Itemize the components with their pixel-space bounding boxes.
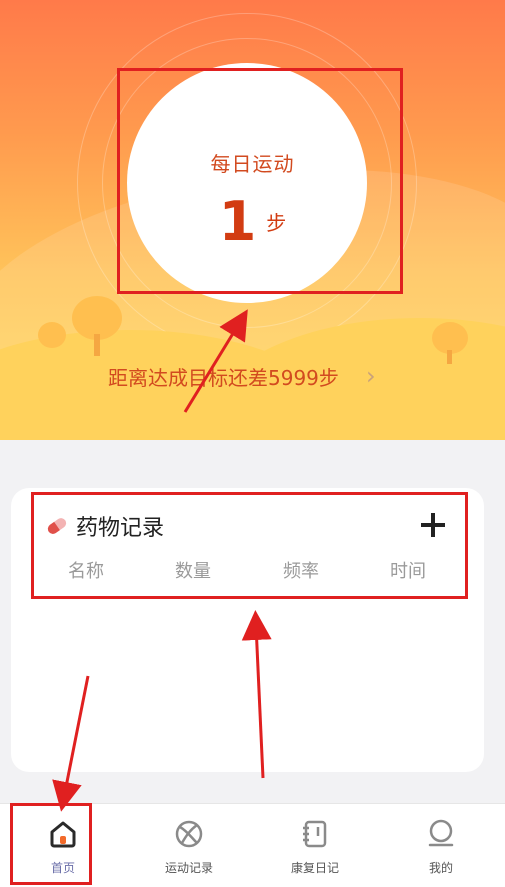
tree-right-trunk (447, 350, 452, 364)
daily-steps-title: 每日运动 (210, 152, 295, 176)
tree-trunk (94, 334, 100, 356)
goal-remaining-link[interactable]: 距离达成目标还差5999步 (108, 362, 339, 391)
plus-icon (421, 513, 445, 537)
tab-mine-label: 我的 (428, 861, 453, 875)
bottom-tab-bar: 首页 运动记录 康复日记 我的 (0, 803, 505, 887)
add-medicine-button[interactable] (418, 510, 448, 540)
tab-rehab-diary[interactable]: 康复日记 (252, 804, 378, 887)
daily-steps-circle[interactable] (127, 63, 367, 303)
tab-rehab-diary-label: 康复日记 (290, 861, 339, 875)
column-header-quantity: 数量 (175, 561, 211, 582)
tab-home[interactable]: 首页 (0, 804, 126, 887)
column-header-time: 时间 (390, 561, 426, 582)
home-icon (50, 821, 76, 848)
user-icon (428, 819, 454, 847)
ball-icon (175, 820, 203, 848)
notebook-icon (303, 820, 327, 848)
tree-small-icon (38, 322, 66, 348)
column-header-name: 名称 (68, 561, 104, 582)
pill-icon (47, 518, 67, 534)
chevron-right-icon[interactable]: › (366, 362, 376, 390)
medicine-record-title: 药物记录 (76, 516, 165, 541)
column-header-frequency: 频率 (283, 561, 319, 582)
tab-exercise-record[interactable]: 运动记录 (126, 804, 252, 887)
tab-home-label: 首页 (50, 861, 75, 875)
tab-mine[interactable]: 我的 (378, 804, 504, 887)
tab-exercise-record-label: 运动记录 (164, 861, 213, 875)
steps-unit: 步 (266, 211, 287, 235)
steps-count: 1 (218, 190, 257, 253)
daily-steps-value: 1步 (0, 190, 505, 253)
